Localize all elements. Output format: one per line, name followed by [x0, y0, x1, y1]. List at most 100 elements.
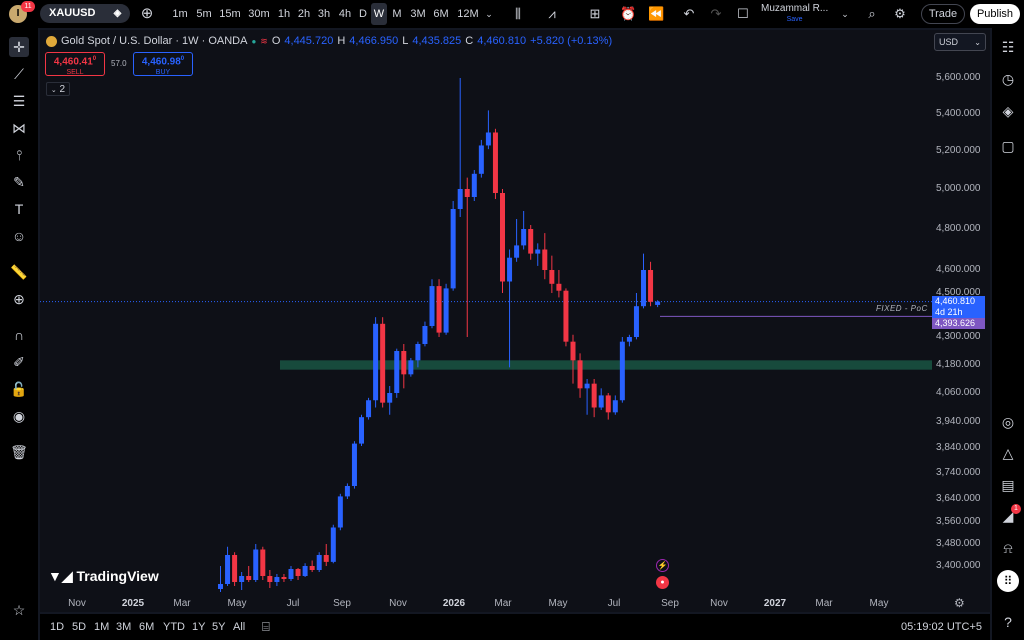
magnet-icon[interactable]: ∩ — [9, 325, 29, 345]
publish-button[interactable]: Publish — [970, 4, 1020, 24]
buy-label: BUY — [155, 69, 171, 77]
candle-body — [323, 555, 329, 562]
replay-icon[interactable]: ⏪ — [648, 0, 664, 28]
range-6m[interactable]: 6M — [139, 614, 154, 640]
range-5d[interactable]: 5D — [72, 614, 86, 640]
candle-body — [401, 351, 407, 375]
x-tick-label: Nov — [389, 598, 407, 609]
sell-price-sup: 0 — [92, 56, 97, 62]
date-range-icon[interactable]: ⌸ — [262, 614, 270, 640]
candle-body — [429, 286, 435, 326]
apps-icon[interactable]: ⠿ — [997, 570, 1019, 592]
timeframe-m[interactable]: M — [391, 0, 403, 28]
candle-body — [556, 283, 562, 291]
candle-body — [563, 290, 569, 342]
fib-icon[interactable]: ☰ — [9, 91, 29, 111]
range-ytd[interactable]: YTD — [163, 614, 185, 640]
sell-button[interactable]: 4,460.410 SELL — [45, 52, 105, 76]
candles-icon[interactable]: ⫼ — [510, 0, 526, 28]
indicators-icon[interactable]: ⩘ — [544, 0, 560, 28]
range-5y[interactable]: 5Y — [212, 614, 225, 640]
add-symbol-icon[interactable]: ⊕ — [138, 0, 156, 28]
zoom-icon[interactable]: ⊕ — [9, 289, 29, 309]
layout-name[interactable]: Muzammal R... Save — [761, 3, 828, 25]
favorites-star-icon[interactable]: ☆ — [9, 600, 29, 620]
layouts-icon[interactable]: ⊞ — [587, 0, 603, 28]
alert-icon[interactable]: ⏰ — [620, 0, 636, 28]
candle-body — [612, 400, 618, 413]
redo-icon[interactable]: ↷ — [709, 0, 723, 28]
fullscreen-box-icon[interactable]: ☐ — [735, 0, 751, 28]
timeframe-12m[interactable]: 12M — [456, 0, 480, 28]
clock-icon[interactable]: ◷ — [998, 69, 1018, 89]
timeframe-6m[interactable]: 6M — [432, 0, 450, 28]
timeframe-2h[interactable]: 2h — [297, 0, 311, 28]
price-chart[interactable] — [40, 30, 990, 612]
y-tick-label: 3,740.000 — [936, 467, 981, 478]
timeframe-5m[interactable]: 5m — [195, 0, 213, 28]
trade-button[interactable]: Trade — [921, 4, 965, 24]
emoji-icon[interactable]: ☺ — [9, 226, 29, 246]
lock-icon[interactable]: 🔓 — [9, 379, 29, 399]
timeframe-4h[interactable]: 4h — [338, 0, 352, 28]
timeframe-3h[interactable]: 3h — [317, 0, 331, 28]
clock-display[interactable]: 05:19:02 UTC+5 — [901, 614, 982, 640]
lightning-icon[interactable]: ⚡ — [656, 559, 669, 572]
low-label: L — [402, 35, 409, 47]
range-1y[interactable]: 1Y — [192, 614, 205, 640]
bell-icon[interactable]: ⍾ — [998, 538, 1018, 558]
range-1m[interactable]: 1M — [94, 614, 109, 640]
timeframe-d[interactable]: D — [358, 0, 368, 28]
chat-icon[interactable]: ▢ — [998, 136, 1018, 156]
range-1d[interactable]: 1D — [50, 614, 64, 640]
timeframe-1h[interactable]: 1h — [277, 0, 291, 28]
undo-icon[interactable]: ↶ — [682, 0, 696, 28]
candle-body — [450, 209, 456, 289]
calendar-icon[interactable]: ▤ — [998, 475, 1018, 495]
trendline-icon[interactable]: ⟋ — [9, 64, 29, 84]
quick-search-icon[interactable]: ⌕ — [864, 0, 880, 28]
candle-body — [619, 341, 625, 401]
candle-body — [274, 577, 280, 582]
eye-icon[interactable]: ◉ — [9, 406, 29, 426]
forecast-icon[interactable]: ⫯ — [9, 145, 29, 165]
timeframe-1m[interactable]: 1m — [172, 0, 188, 28]
currency-select[interactable]: USD ⌄ — [934, 33, 986, 51]
flag-icon[interactable]: ● — [656, 576, 669, 589]
buy-button[interactable]: 4,460.980 BUY — [133, 52, 193, 76]
text-icon[interactable]: T — [9, 199, 29, 219]
lock-drawing-icon[interactable]: ✐ — [9, 352, 29, 372]
pattern-icon[interactable]: ⋈ — [9, 118, 29, 138]
y-tick-label: 3,840.000 — [936, 442, 981, 453]
axis-settings-icon[interactable]: ⚙ — [954, 596, 965, 610]
candle-body — [507, 257, 513, 282]
timeframe-15m[interactable]: 15m — [218, 0, 242, 28]
timeframe-3m[interactable]: 3M — [409, 0, 427, 28]
legend-title[interactable]: Gold Spot / U.S. Dollar · 1W · OANDA — [61, 35, 247, 47]
timeframe-w[interactable]: W — [371, 3, 387, 25]
brush-icon[interactable]: ✎ — [9, 172, 29, 192]
watchlist-icon[interactable]: ☷ — [998, 37, 1018, 57]
sell-price: 4,460.41 — [53, 56, 93, 68]
currency-chevron-icon: ⌄ — [974, 38, 981, 47]
timeframe-30m[interactable]: 30m — [247, 0, 271, 28]
settings-icon[interactable]: ⚙ — [892, 0, 908, 28]
target-icon[interactable]: ◎ — [998, 412, 1018, 432]
layers-icon[interactable]: ◈ — [998, 101, 1018, 121]
symbol-search[interactable]: XAUUSD ◈ — [40, 4, 130, 23]
trash-icon[interactable]: 🗑 — [9, 442, 29, 462]
ruler-icon[interactable]: 📏 — [9, 262, 29, 282]
save-label[interactable]: Save — [761, 14, 828, 25]
range-all[interactable]: All — [233, 614, 245, 640]
diamond-icon[interactable]: ◈ — [110, 6, 125, 21]
indicators-toggle[interactable]: ⌄ 2 — [46, 82, 70, 96]
layout-chevron-icon[interactable]: ⌄ — [839, 0, 851, 28]
crosshair-icon[interactable]: ✛ — [9, 37, 29, 57]
ideas-icon[interactable]: △ — [998, 443, 1018, 463]
range-3m[interactable]: 3M — [116, 614, 131, 640]
close-label: C — [465, 35, 474, 47]
help-icon[interactable]: ? — [998, 612, 1018, 632]
chart-pane[interactable]: Gold Spot / U.S. Dollar · 1W · OANDA ● ≋… — [40, 30, 990, 612]
timeframe-chevron-icon[interactable]: ⌄ — [483, 0, 495, 28]
data-wave-icon: ≋ — [260, 35, 268, 46]
